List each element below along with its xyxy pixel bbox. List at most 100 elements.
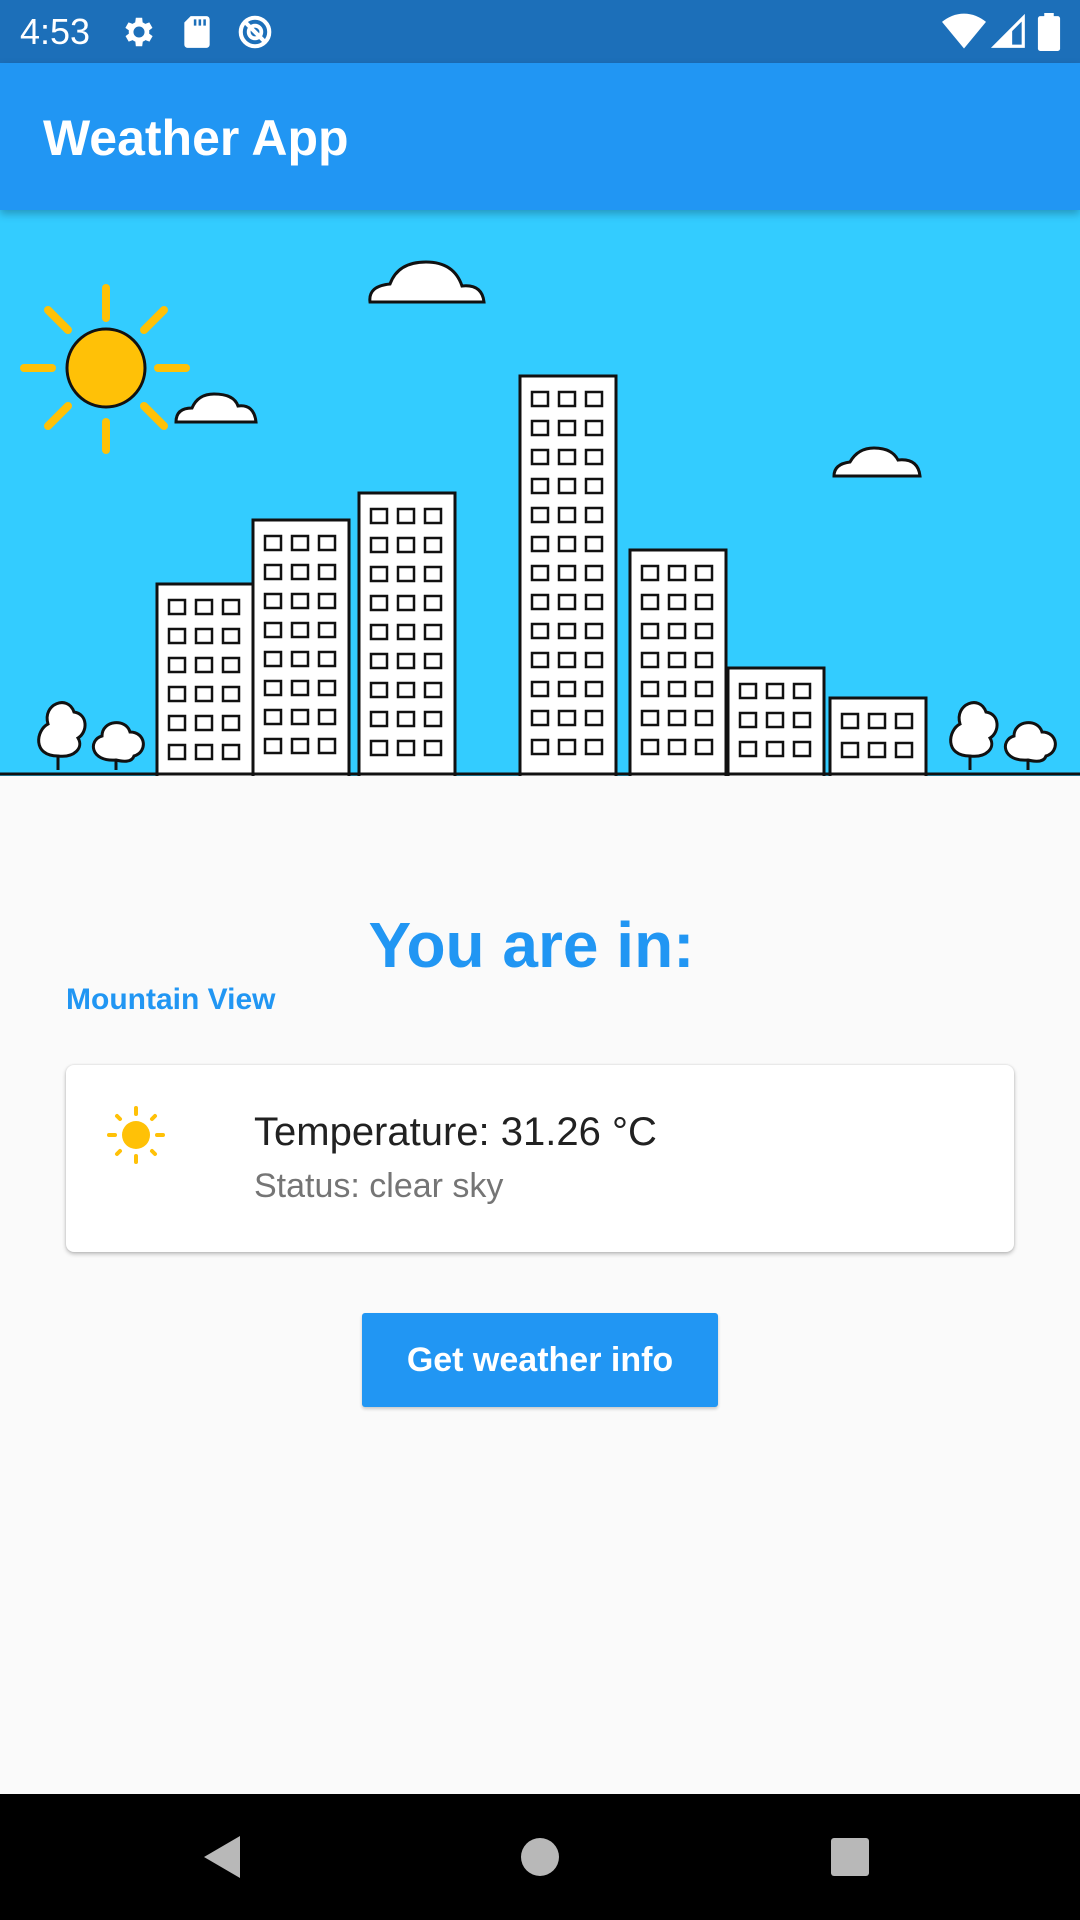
building-window (530, 593, 550, 611)
building-window (667, 593, 687, 611)
home-icon[interactable] (505, 1824, 575, 1890)
building-window (640, 651, 660, 669)
building-window (667, 709, 687, 727)
building-window (640, 622, 660, 640)
building-window (584, 506, 604, 524)
building-window (423, 536, 443, 554)
recents-icon[interactable] (815, 1824, 885, 1890)
building-window (369, 652, 389, 670)
building-window (694, 622, 714, 640)
building-window (369, 565, 389, 583)
building-window (263, 679, 283, 697)
building-window (423, 710, 443, 728)
building-window (317, 708, 337, 726)
building-window (694, 651, 714, 669)
building-window (584, 535, 604, 553)
building-window (194, 627, 214, 645)
building-window (317, 679, 337, 697)
city-skyline-illustration (0, 260, 1080, 776)
building-window (167, 714, 187, 732)
building-window (396, 710, 416, 728)
building-window (194, 598, 214, 616)
building-window (584, 564, 604, 582)
building-window (167, 598, 187, 616)
building-window (167, 656, 187, 674)
building-window (396, 652, 416, 670)
building-window (530, 651, 550, 669)
get-weather-button[interactable]: Get weather info (362, 1313, 718, 1407)
wifi-icon (942, 13, 986, 49)
building-window (640, 738, 660, 756)
building-window (423, 623, 443, 641)
building-window (423, 681, 443, 699)
building-window (290, 737, 310, 755)
building-window (530, 477, 550, 495)
building-window (840, 741, 860, 759)
building-window (369, 623, 389, 641)
building-window (584, 709, 604, 727)
building-window (423, 594, 443, 612)
building-window (584, 419, 604, 437)
battery-icon (1037, 13, 1061, 51)
building-window (640, 709, 660, 727)
building-window (423, 507, 443, 525)
hero-illustration (0, 210, 1080, 776)
building-window (530, 680, 550, 698)
location-heading: You are in: (368, 909, 695, 981)
building-window (584, 622, 604, 640)
building-window (167, 627, 187, 645)
building-window (584, 448, 604, 466)
building-window (738, 682, 758, 700)
building-window (290, 592, 310, 610)
building-window (584, 738, 604, 756)
building-window (423, 565, 443, 583)
building-window (667, 564, 687, 582)
building-window (290, 621, 310, 639)
building-window (557, 622, 577, 640)
building-window (640, 593, 660, 611)
no-disturb-icon (238, 15, 272, 49)
building-window (194, 656, 214, 674)
building-window (530, 419, 550, 437)
building-window (530, 506, 550, 524)
building-window (221, 685, 241, 703)
building-window (194, 743, 214, 761)
building-window (584, 477, 604, 495)
building-window (290, 650, 310, 668)
building-window (221, 627, 241, 645)
weather-status-text: Status: clear sky (254, 1167, 504, 1205)
building-window (530, 535, 550, 553)
building-window (530, 390, 550, 408)
status-bar: 4:53 (0, 0, 1080, 63)
back-icon[interactable] (190, 1824, 260, 1890)
building-window (640, 680, 660, 698)
building-window (557, 419, 577, 437)
building-window (557, 564, 577, 582)
building-window (194, 685, 214, 703)
building-window (667, 651, 687, 669)
building-window (221, 598, 241, 616)
temperature-text: Temperature: 31.26 °C (254, 1110, 657, 1154)
building-window (894, 741, 914, 759)
building-window (557, 593, 577, 611)
building-window (317, 534, 337, 552)
building-window (369, 536, 389, 554)
building-window (396, 507, 416, 525)
building-window (221, 743, 241, 761)
location-city: Mountain View (66, 983, 276, 1016)
building-window (263, 708, 283, 726)
building-window (557, 680, 577, 698)
building-window (317, 737, 337, 755)
building-window (530, 738, 550, 756)
sd-card-icon (184, 16, 210, 48)
building-window (263, 534, 283, 552)
building-window (867, 712, 887, 730)
building-window (194, 714, 214, 732)
building-window (557, 506, 577, 524)
building-window (396, 623, 416, 641)
status-time: 4:53 (20, 11, 91, 52)
building-window (894, 712, 914, 730)
screen: 4:53 Weather App You are in: Mountain Vi… (0, 0, 1080, 1920)
building-window (317, 621, 337, 639)
building-window (369, 739, 389, 757)
